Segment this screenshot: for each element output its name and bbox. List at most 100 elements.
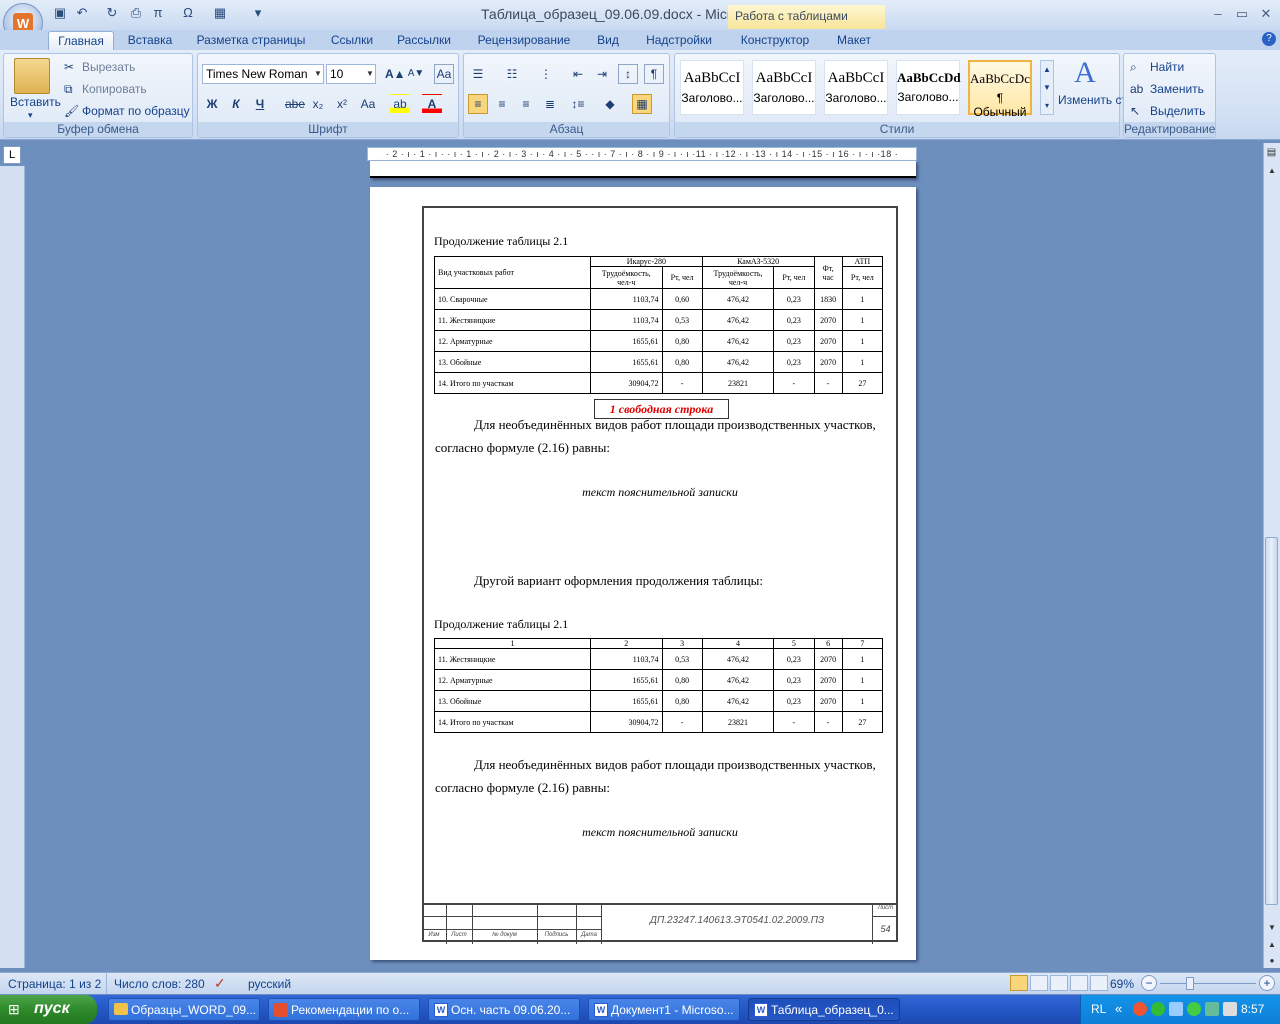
styles-scroll[interactable]: ▲ ▼ ▾ (1040, 60, 1054, 115)
align-center-icon[interactable]: ≡ (492, 94, 512, 114)
taskbar-item[interactable]: Рекомендации по о... (268, 998, 420, 1021)
network-icon[interactable] (1151, 1002, 1165, 1016)
tab-mailings[interactable]: Рассылки (392, 31, 456, 51)
word-count[interactable]: Число слов: 280 (114, 977, 205, 991)
tray-arrow-icon[interactable]: « (1115, 1001, 1122, 1016)
browse-object-icon[interactable]: ● (1266, 956, 1278, 968)
tab-layout[interactable]: Макет (828, 31, 880, 51)
clear-format-icon[interactable]: Aa (434, 64, 454, 84)
style-heading-3[interactable]: AaBbCcI Заголово... (824, 60, 888, 115)
tab-home[interactable]: Главная (48, 31, 114, 51)
antivirus-icon[interactable] (1133, 1002, 1147, 1016)
show-marks-icon[interactable]: ¶ (644, 64, 664, 84)
taskbar-item[interactable]: Документ1 - Microso... (588, 998, 740, 1021)
change-case-button[interactable]: Aa (356, 94, 380, 114)
align-left-icon[interactable]: ≡ (468, 94, 488, 114)
font-size-dropdown-icon[interactable]: ▼ (366, 69, 374, 78)
replace-button[interactable]: Заменить (1150, 82, 1204, 96)
clock[interactable]: 8:57 (1241, 1002, 1264, 1016)
grow-font-icon[interactable]: A▲ (384, 64, 406, 84)
sort-icon[interactable]: ↕ (618, 64, 638, 84)
scrollbar-thumb[interactable] (1265, 537, 1278, 905)
data-table[interactable]: 1 2 3 4 5 6 7 11. Жестяницкие 1103,74 0,53… (433, 638, 884, 733)
multilevel-list-icon[interactable]: ⋮ (536, 64, 556, 84)
taskbar-item[interactable]: Образцы_WORD_09... (108, 998, 260, 1021)
change-styles-button[interactable]: Изменить стили (1058, 94, 1147, 106)
cut-button[interactable]: Вырезать (82, 60, 135, 74)
tab-references[interactable]: Ссылки (322, 31, 382, 51)
justify-icon[interactable]: ≣ (540, 94, 560, 114)
tray-app-icon[interactable] (1205, 1002, 1219, 1016)
page-indicator[interactable]: Страница: 1 из 2 (8, 977, 101, 991)
zoom-slider[interactable] (1160, 983, 1256, 984)
select-button[interactable]: Выделить (1150, 104, 1205, 118)
subscript-button[interactable]: x₂ (308, 94, 328, 114)
draft-view-icon[interactable] (1090, 975, 1108, 991)
update-icon[interactable] (1187, 1002, 1201, 1016)
increase-indent-icon[interactable]: ⇥ (592, 64, 612, 84)
volume-icon[interactable] (1223, 1002, 1237, 1016)
full-screen-view-icon[interactable] (1030, 975, 1048, 991)
redo-icon[interactable]: ↻ (104, 5, 120, 21)
minimize-button[interactable]: – (1206, 6, 1230, 22)
equation-icon[interactable]: π (150, 5, 166, 21)
zoom-out-icon[interactable]: − (1141, 975, 1157, 991)
superscript-button[interactable]: x² (332, 94, 352, 114)
spelling-check-icon[interactable]: ✓ (214, 975, 226, 992)
restore-button[interactable]: ▭ (1230, 6, 1254, 22)
bold-button[interactable]: Ж (202, 94, 222, 114)
italic-button[interactable]: К (226, 94, 246, 114)
tab-insert[interactable]: Вставка (120, 31, 180, 51)
style-heading-4[interactable]: AaBbCcDd Заголово... (896, 60, 961, 115)
font-name-combo[interactable]: Times New Roman (202, 64, 324, 84)
symbol-icon[interactable]: Ω (180, 5, 196, 21)
close-button[interactable]: ✕ (1254, 6, 1278, 22)
print-icon[interactable]: ⎙ (128, 5, 144, 21)
web-view-icon[interactable] (1050, 975, 1068, 991)
paste-button[interactable]: Вставить (10, 95, 61, 109)
tab-view[interactable]: Вид (590, 31, 626, 51)
save-icon[interactable]: ▣ (52, 5, 68, 21)
style-heading-1[interactable]: AaBbCcI Заголово... (680, 60, 744, 115)
scroll-up-icon[interactable]: ▲ (1266, 166, 1278, 178)
print-layout-view-icon[interactable] (1010, 975, 1028, 991)
find-button[interactable]: Найти (1150, 60, 1184, 74)
tab-review[interactable]: Рецензирование (468, 31, 580, 51)
tab-design[interactable]: Конструктор (732, 31, 818, 51)
tab-selector-icon[interactable]: L (3, 146, 21, 164)
tab-addins[interactable]: Надстройки (636, 31, 722, 51)
horizontal-ruler[interactable]: · 2 · ı · 1 · ı · · ı · 1 · ı · 2 · ı · … (367, 147, 917, 161)
display-icon[interactable] (1169, 1002, 1183, 1016)
data-table[interactable]: Вид участковых работ Икарус-280 КамАЗ-53… (433, 256, 884, 394)
table-icon[interactable]: ▦ (212, 5, 228, 21)
input-language[interactable]: RL (1091, 1002, 1106, 1016)
taskbar-item[interactable]: Осн. часть 09.06.20... (428, 998, 580, 1021)
ruler-toggle-icon[interactable]: ▤ (1265, 147, 1278, 160)
bullets-icon[interactable]: ☰ (468, 64, 488, 84)
align-right-icon[interactable]: ≡ (516, 94, 536, 114)
previous-page-icon[interactable]: ▲ (1266, 940, 1278, 952)
undo-icon[interactable]: ↶ (74, 5, 90, 21)
style-normal[interactable]: AaBbCcDc ¶ Обычный (968, 60, 1032, 119)
decrease-indent-icon[interactable]: ⇤ (568, 64, 588, 84)
paste-dropdown-icon[interactable]: ▾ (28, 110, 33, 121)
copy-button[interactable]: Копировать (82, 82, 147, 96)
zoom-in-icon[interactable]: + (1259, 975, 1275, 991)
font-name-dropdown-icon[interactable]: ▼ (314, 69, 322, 78)
borders-icon[interactable]: ▦ (632, 94, 652, 114)
zoom-slider-thumb[interactable] (1186, 977, 1194, 990)
strikethrough-button[interactable]: abe (284, 94, 306, 114)
paste-icon[interactable] (14, 58, 50, 94)
shading-icon[interactable]: ◆ (600, 94, 620, 114)
scroll-down-icon[interactable]: ▼ (1266, 923, 1278, 935)
underline-button[interactable]: Ч (250, 94, 270, 114)
font-color-icon[interactable]: A (422, 94, 442, 114)
tab-page-layout[interactable]: Разметка страницы (190, 31, 312, 51)
help-icon[interactable]: ? (1262, 32, 1276, 46)
zoom-level[interactable]: 69% (1110, 977, 1134, 991)
style-heading-2[interactable]: AaBbCcI Заголово... (752, 60, 816, 115)
taskbar-item-active[interactable]: Таблица_образец_0... (748, 998, 900, 1021)
language-indicator[interactable]: русский (248, 977, 291, 991)
highlight-icon[interactable]: ab (390, 94, 410, 114)
qat-customize-icon[interactable]: ▾ (250, 5, 266, 21)
